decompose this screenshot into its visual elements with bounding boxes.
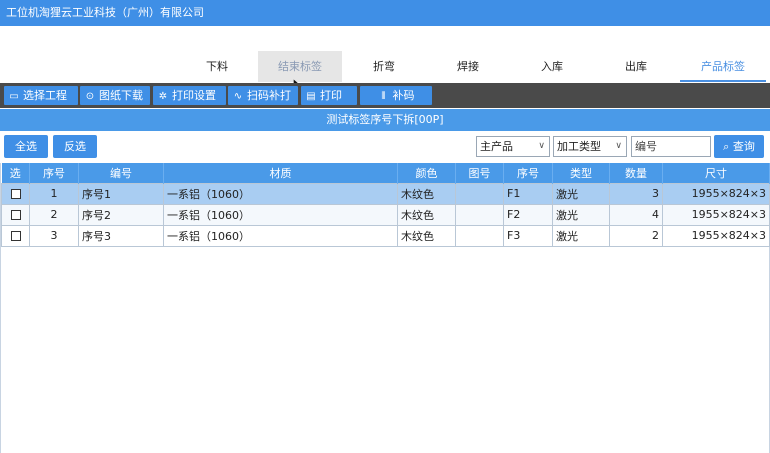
table-row[interactable]: 1 序号1 一系铝（1060） 木纹色 F1 激光 3 1955×824×3 xyxy=(1,182,770,205)
cell-color: 木纹色 xyxy=(397,203,456,226)
window-title: 工位机淘狸云工业科技（广州）有限公司 xyxy=(0,0,770,26)
cell-code: 序号1 xyxy=(78,182,164,205)
cell-seq: F3 xyxy=(503,224,553,247)
cell-size: 1955×824×3 xyxy=(662,224,770,247)
tab-stock-in[interactable]: 入库 xyxy=(512,51,592,82)
cell-material: 一系铝（1060） xyxy=(163,203,398,226)
tab-bending[interactable]: 折弯 xyxy=(344,51,424,82)
row-checkbox[interactable] xyxy=(10,231,21,241)
section-banner: 测试标签序号下拆[00P] xyxy=(0,109,770,131)
cell-material: 一系铝（1060） xyxy=(163,224,398,247)
cell-seq: F1 xyxy=(503,182,553,205)
tab-bar: 下料 结束标签 折弯 焊接 入库 出库 产品标签 xyxy=(0,50,770,82)
row-checkbox[interactable] xyxy=(10,210,21,220)
header-size[interactable]: 尺寸 xyxy=(662,163,770,183)
cell-type: 激光 xyxy=(552,182,610,205)
cell-color: 木纹色 xyxy=(397,182,456,205)
cell-quantity: 3 xyxy=(609,182,663,205)
header-select[interactable]: 选 xyxy=(1,163,30,183)
barcode-icon: ⦀ xyxy=(381,91,386,102)
cell-color: 木纹色 xyxy=(397,224,456,247)
select-all-button[interactable]: 全选 xyxy=(4,135,48,158)
cell-type: 激光 xyxy=(552,224,610,247)
cell-type: 激光 xyxy=(552,203,610,226)
printer-icon: ▤ xyxy=(306,91,316,102)
table-row[interactable]: 2 序号2 一系铝（1060） 木纹色 F2 激光 4 1955×824×3 xyxy=(1,203,770,226)
product-table: 选 序号 编号 材质 颜色 图号 序号 类型 数量 尺寸 1 序号1 一系铝（1… xyxy=(0,163,770,453)
tab-end-label[interactable]: 结束标签 xyxy=(258,51,342,82)
header-quantity[interactable]: 数量 xyxy=(609,163,663,183)
select-project-button[interactable]: ▭ 选择工程 xyxy=(4,86,78,105)
search-button[interactable]: ⌕ 查询 xyxy=(714,135,764,158)
monitor-icon: ▭ xyxy=(9,91,19,102)
table-row[interactable]: 3 序号3 一系铝（1060） 木纹色 F3 激光 2 1955×824×3 xyxy=(1,224,770,247)
tab-cutting[interactable]: 下料 xyxy=(178,51,256,82)
table-header: 选 序号 编号 材质 颜色 图号 序号 类型 数量 尺寸 xyxy=(1,163,770,183)
process-type-select[interactable]: 加工类型 ∨ xyxy=(553,136,627,157)
filter-bar: 全选 反选 主产品 ∨ 加工类型 ∨ 编号 ⌕ 查询 xyxy=(0,131,770,162)
chevron-down-icon: ∨ xyxy=(615,141,622,151)
cell-index: 2 xyxy=(29,203,79,226)
chevron-down-icon: ∨ xyxy=(538,141,545,151)
download-icon: ⊙ xyxy=(85,91,95,102)
cell-material: 一系铝（1060） xyxy=(163,182,398,205)
header-color[interactable]: 颜色 xyxy=(397,163,456,183)
drawing-download-button[interactable]: ⊙ 图纸下载 xyxy=(80,86,150,105)
fill-code-button[interactable]: ⦀ 补码 xyxy=(360,86,432,105)
cell-drawing xyxy=(455,224,504,247)
search-icon: ⌕ xyxy=(723,140,730,153)
header-index[interactable]: 序号 xyxy=(29,163,79,183)
toolbar: ▭ 选择工程 ⊙ 图纸下载 ✲ 打印设置 ∿ 扫码补打 ▤ 打印 ⦀ 补码 xyxy=(0,83,770,108)
header-seq[interactable]: 序号 xyxy=(503,163,553,183)
header-code[interactable]: 编号 xyxy=(78,163,164,183)
scan-icon: ∿ xyxy=(233,91,243,102)
tab-welding[interactable]: 焊接 xyxy=(428,51,508,82)
cell-seq: F2 xyxy=(503,203,553,226)
cell-size: 1955×824×3 xyxy=(662,203,770,226)
cell-size: 1955×824×3 xyxy=(662,182,770,205)
product-select[interactable]: 主产品 ∨ xyxy=(476,136,550,157)
cell-code: 序号3 xyxy=(78,224,164,247)
header-drawing[interactable]: 图号 xyxy=(455,163,504,183)
header-material[interactable]: 材质 xyxy=(163,163,398,183)
tab-product-label[interactable]: 产品标签 xyxy=(680,51,766,82)
print-settings-button[interactable]: ✲ 打印设置 xyxy=(153,86,226,105)
cell-quantity: 2 xyxy=(609,224,663,247)
row-checkbox[interactable] xyxy=(10,189,21,199)
scan-reprint-button[interactable]: ∿ 扫码补打 xyxy=(228,86,298,105)
code-input[interactable]: 编号 xyxy=(631,136,711,157)
cell-index: 1 xyxy=(29,182,79,205)
cell-code: 序号2 xyxy=(78,203,164,226)
cell-index: 3 xyxy=(29,224,79,247)
invert-selection-button[interactable]: 反选 xyxy=(53,135,97,158)
cell-drawing xyxy=(455,182,504,205)
cell-drawing xyxy=(455,203,504,226)
tab-stock-out[interactable]: 出库 xyxy=(596,51,676,82)
header-type[interactable]: 类型 xyxy=(552,163,610,183)
gear-icon: ✲ xyxy=(158,91,168,102)
cell-quantity: 4 xyxy=(609,203,663,226)
print-button[interactable]: ▤ 打印 xyxy=(301,86,357,105)
